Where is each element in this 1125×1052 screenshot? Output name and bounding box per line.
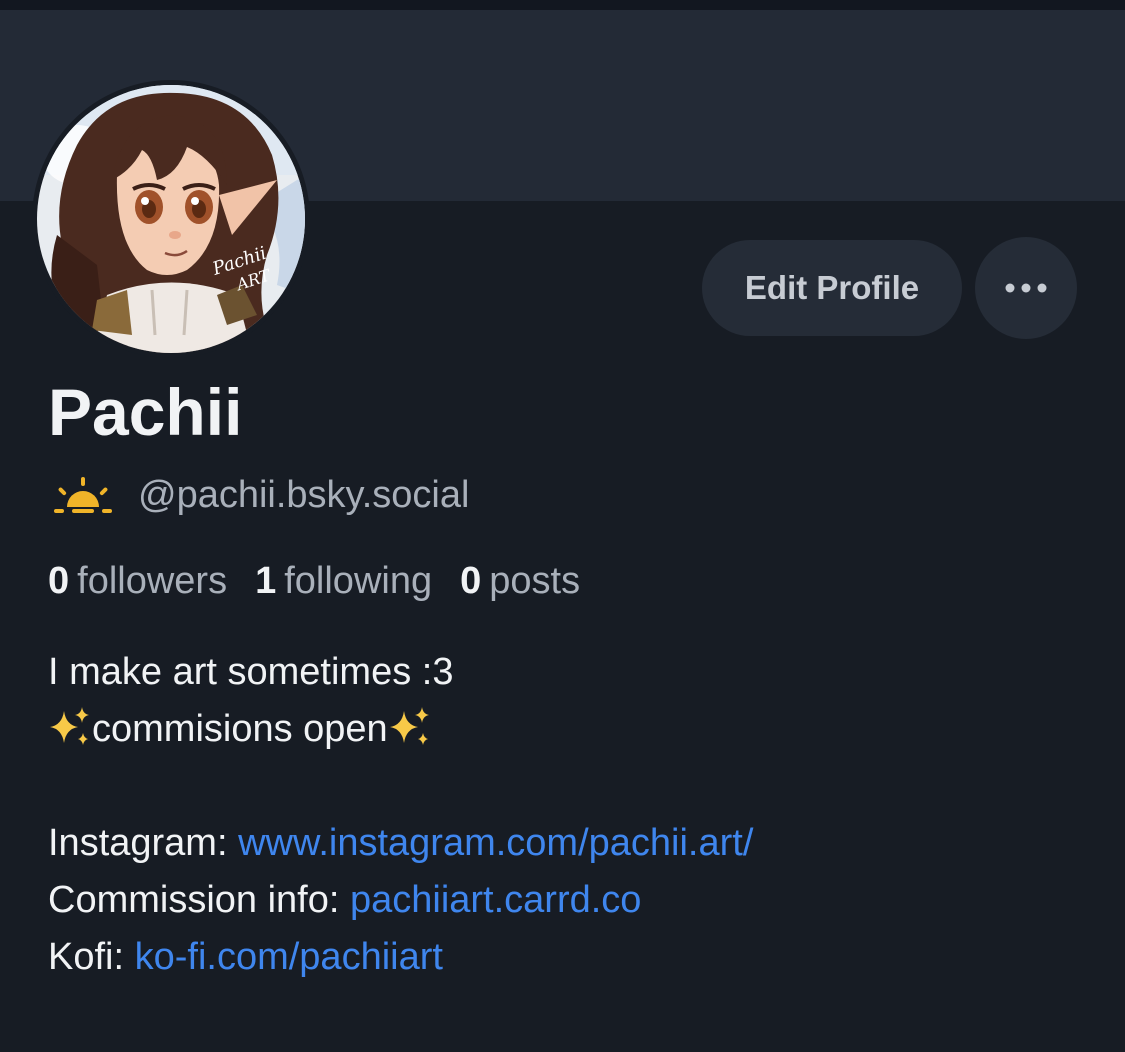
more-options-button[interactable]: [975, 237, 1077, 339]
instagram-link[interactable]: www.instagram.com/pachii.art/: [238, 822, 753, 864]
posts-stat: 0 posts: [460, 557, 580, 605]
more-horizontal-icon: [1005, 283, 1047, 293]
sparkles-icon: [389, 707, 429, 745]
followers-count: 0: [48, 560, 70, 602]
bio-link-row-kofi: Kofi: ko-fi.com/pachiiart: [48, 929, 753, 986]
handle-row: @pachii.bsky.social: [50, 472, 469, 518]
bio-link-row-commission: Commission info: pachiiart.carrd.co: [48, 872, 753, 929]
bio-commissions-text: commisions open: [92, 708, 388, 750]
edit-profile-label: Edit Profile: [744, 269, 920, 306]
posts-count: 0: [460, 560, 482, 602]
bio-link-label: Kofi:: [48, 936, 125, 978]
kofi-link[interactable]: ko-fi.com/pachiiart: [135, 936, 443, 978]
sparkles-icon: [50, 707, 89, 745]
commission-info-link[interactable]: pachiiart.carrd.co: [350, 879, 641, 921]
top-strip: [0, 0, 1125, 10]
bio-line-commissions: commisions open: [48, 701, 753, 758]
display-name: Pachii: [48, 375, 243, 449]
following-count: 1: [255, 560, 277, 602]
bio-link-row-instagram: Instagram: www.instagram.com/pachii.art/: [48, 815, 753, 872]
edit-profile-button[interactable]: Edit Profile: [702, 240, 962, 336]
handle-text[interactable]: @pachii.bsky.social: [138, 472, 469, 518]
bio-link-label: Commission info:: [48, 879, 340, 921]
posts-label: posts: [489, 560, 581, 602]
bio-link-label: Instagram:: [48, 822, 228, 864]
followers-stat[interactable]: 0 followers: [48, 557, 227, 605]
avatar[interactable]: Pachii ART: [32, 80, 310, 358]
bio-spacer: [48, 758, 753, 815]
avatar-illustration: Pachii ART: [37, 85, 305, 353]
followers-label: followers: [77, 560, 228, 602]
following-label: following: [284, 560, 433, 602]
profile-stats: 0 followers 1 following 0 posts: [48, 557, 608, 605]
bio-line: I make art sometimes :3: [48, 651, 454, 693]
profile-bio: I make art sometimes :3 commisions open …: [48, 644, 753, 986]
following-stat[interactable]: 1 following: [255, 557, 432, 605]
sunrise-icon: [54, 477, 112, 513]
